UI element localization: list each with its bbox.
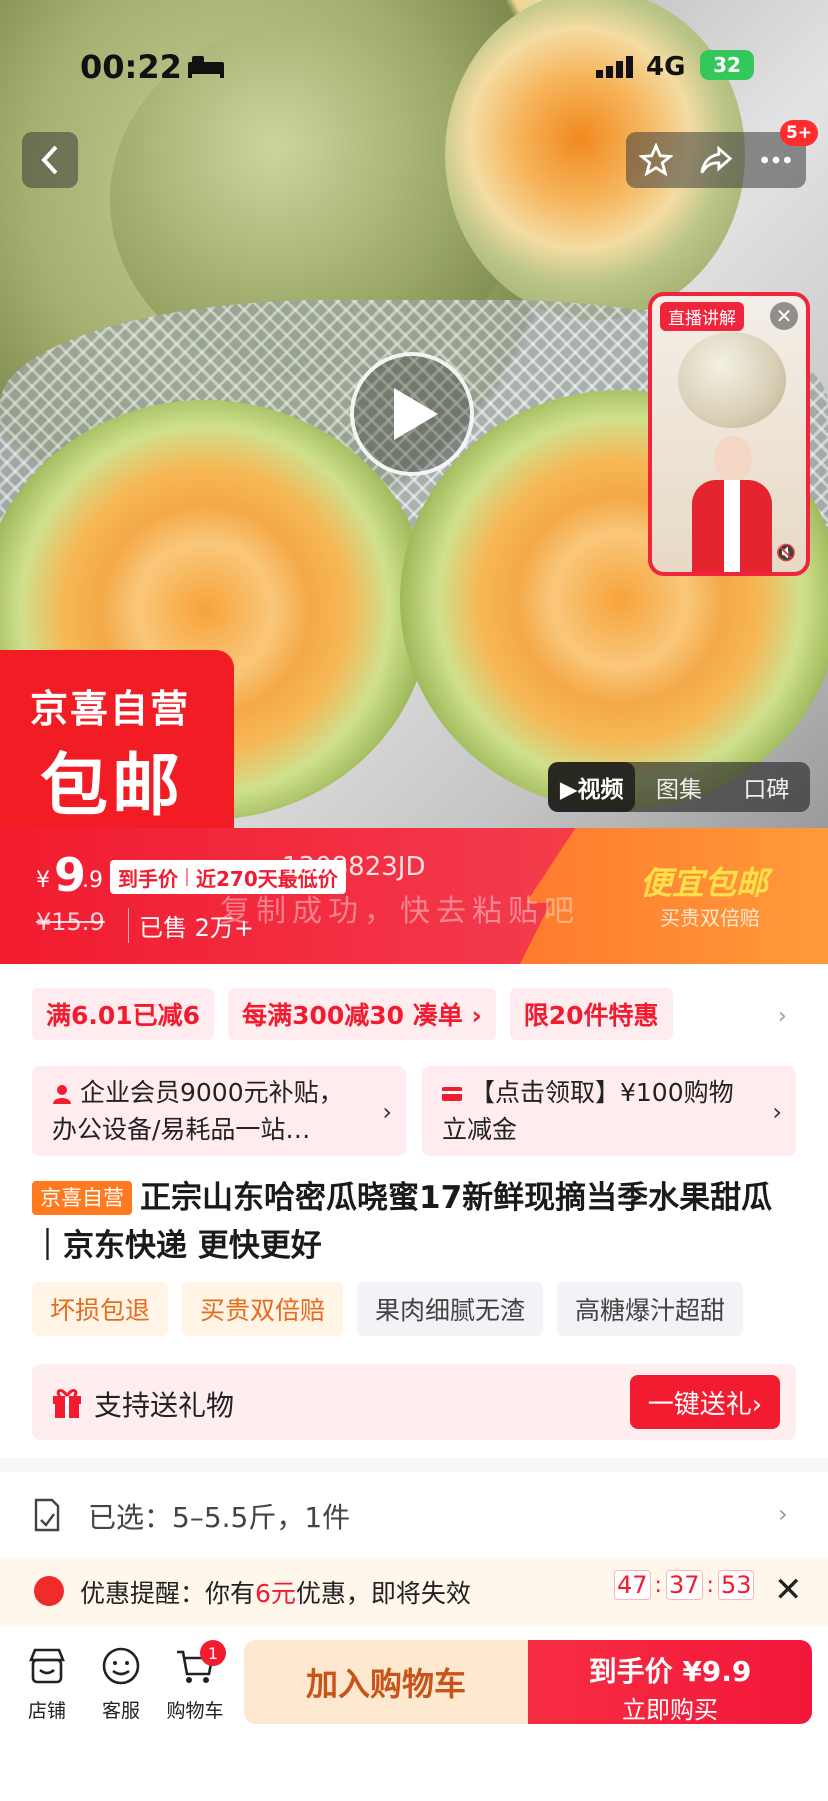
brand-tag-line2: 包邮 xyxy=(40,747,185,826)
countdown-seconds: 53 xyxy=(717,1570,755,1600)
tab-reviews[interactable]: 口碑 xyxy=(723,770,810,804)
play-icon xyxy=(394,388,438,440)
chevron-left-icon xyxy=(41,145,58,175)
back-button[interactable] xyxy=(22,132,78,188)
user-icon xyxy=(53,1085,71,1104)
gift-label: 支持送礼物 xyxy=(94,1389,235,1422)
price-decimal: .9 xyxy=(82,868,103,893)
card-icon xyxy=(442,1087,462,1101)
slogan-subtitle: 买贵双倍赔 xyxy=(660,906,760,930)
gift-icon xyxy=(53,1389,81,1418)
top-actions xyxy=(626,132,806,188)
countdown-minutes: 37 xyxy=(665,1570,703,1600)
reminder-text: 优惠提醒：你有6元优惠，即将失效 xyxy=(80,1579,471,1608)
network-type: 4G xyxy=(646,52,686,82)
play-video-button[interactable] xyxy=(350,352,474,476)
tab-video[interactable]: ▶视频 xyxy=(548,762,636,812)
live-stream-popup[interactable]: 直播讲解 ✕ 🔇 xyxy=(648,292,810,576)
promo-full-reduction[interactable]: 每满300减30 凑单 › xyxy=(228,988,496,1040)
tab-gallery[interactable]: 图集 xyxy=(635,770,722,804)
shop-label: 店铺 xyxy=(27,1700,66,1722)
customer-service-button[interactable]: 客服 xyxy=(88,1646,154,1723)
chevron-right-icon: › xyxy=(778,1500,788,1528)
sleep-focus-icon xyxy=(188,56,224,78)
more-icon[interactable] xyxy=(759,143,793,177)
close-reminder-button[interactable]: ✕ xyxy=(774,1570,803,1610)
tag-texture: 果肉细腻无渣 xyxy=(357,1282,544,1336)
coupon-enterprise[interactable]: 企业会员9000元补贴，办公设备/易耗品一站… › xyxy=(32,1066,406,1156)
copied-hint-toast: 复制成功，快去粘贴吧 xyxy=(220,894,580,929)
service-label: 客服 xyxy=(101,1700,140,1722)
slogan-title: 便宜包邮 xyxy=(640,864,769,902)
add-to-cart-button[interactable]: 加入购物车 xyxy=(244,1640,528,1724)
battery-icon: 32 xyxy=(700,50,754,80)
chevron-right-icon: › xyxy=(772,1098,782,1126)
cart-count-badge: 1 xyxy=(200,1640,226,1666)
shop-button[interactable]: 店铺 xyxy=(14,1646,80,1723)
spec-icon xyxy=(34,1498,60,1532)
host-image xyxy=(692,432,772,572)
star-favorite-icon[interactable] xyxy=(639,143,673,177)
promo-more-arrow[interactable]: › xyxy=(778,1004,787,1029)
close-live-button[interactable]: ✕ xyxy=(770,302,798,330)
message-badge: 5+ xyxy=(780,120,818,146)
coupon-enterprise-text: 企业会员9000元补贴，办公设备/易耗品一站… xyxy=(52,1078,344,1144)
discount-reminder: 优惠提醒：你有6元优惠，即将失效 47: 37: 53 ✕ xyxy=(0,1558,828,1626)
chip-label: 到手价 xyxy=(118,866,178,891)
share-icon[interactable] xyxy=(699,143,733,177)
gift-section: 支持送礼物 一键送礼› xyxy=(32,1364,796,1440)
tag-damage-refund[interactable]: 坏损包退 xyxy=(32,1282,169,1336)
countdown-timer: 47: 37: 53 xyxy=(614,1570,755,1600)
brand-tag-line1: 京喜自营 xyxy=(30,687,191,731)
clock-icon xyxy=(34,1576,64,1606)
coupon-claim-text: 【点击领取】¥100购物立减金 xyxy=(442,1078,734,1144)
signal-icon xyxy=(596,56,633,78)
countdown-hours: 47 xyxy=(614,1570,651,1600)
selected-spec-text: 已选：5–5.5斤，1件 xyxy=(88,1501,351,1534)
title-badge: 京喜自营 xyxy=(32,1181,132,1215)
tag-sweetness: 高糖爆汁超甜 xyxy=(557,1282,744,1336)
buy-price-label: 到手价 ¥9.9 xyxy=(588,1655,752,1688)
send-gift-button[interactable]: 一键送礼› xyxy=(630,1375,780,1429)
price-currency: ¥ xyxy=(36,868,50,893)
mute-icon[interactable]: 🔇 xyxy=(776,543,796,562)
tag-price-guarantee[interactable]: 买贵双倍赔 xyxy=(182,1282,344,1336)
original-price: ¥15.9 xyxy=(36,908,105,936)
selected-spec-row[interactable]: 已选：5–5.5斤，1件 › xyxy=(0,1472,828,1558)
promo-row: 满6.01已减6 每满300减30 凑单 › 限20件特惠 xyxy=(32,988,792,1040)
status-time: 00:22 xyxy=(80,48,182,86)
buy-now-label: 立即购买 xyxy=(622,1696,718,1724)
melon-display-image xyxy=(678,332,786,428)
feature-tags: 坏损包退 买贵双倍赔 果肉细腻无渣 高糖爆汁超甜 xyxy=(32,1282,744,1336)
promo-discount[interactable]: 满6.01已减6 xyxy=(32,988,215,1040)
buy-now-button[interactable]: 到手价 ¥9.9 立即购买 xyxy=(528,1640,812,1724)
live-tag: 直播讲解 xyxy=(660,302,744,331)
copied-code-toast: 1308823JD xyxy=(282,852,426,882)
shop-icon xyxy=(29,1648,65,1684)
chevron-right-icon: › xyxy=(382,1098,392,1126)
price-bar: ¥ 9 .9 到手价 近270天最低价 1308823JD 复制成功，快去粘贴吧… xyxy=(0,828,828,964)
sold-count: 已售 2万+ xyxy=(128,908,254,943)
coupon-claim[interactable]: 【点击领取】¥100购物立减金 › xyxy=(422,1066,796,1156)
title-text: 正宗山东哈密瓜晓蜜17新鲜现摘当季水果甜瓜｜京东快递 更快更好 xyxy=(32,1180,773,1264)
promo-limited[interactable]: 限20件特惠 xyxy=(509,988,673,1040)
section-divider xyxy=(0,1458,828,1472)
service-icon xyxy=(102,1647,140,1685)
product-title: 京喜自营 正宗山东哈密瓜晓蜜17新鲜现摘当季水果甜瓜｜京东快递 更快更好 xyxy=(32,1174,802,1270)
brand-promo-tag: 京喜自营 包邮 xyxy=(0,650,234,828)
media-tabs: ▶视频 图集 口碑 xyxy=(548,762,810,812)
status-bar: 00:22 4G 32 xyxy=(0,0,828,136)
bottom-bar: 店铺 客服 购物车 1 加入购物车 到手价 ¥9.9 立即购买 xyxy=(0,1626,828,1801)
cart-label: 购物车 xyxy=(166,1700,224,1722)
